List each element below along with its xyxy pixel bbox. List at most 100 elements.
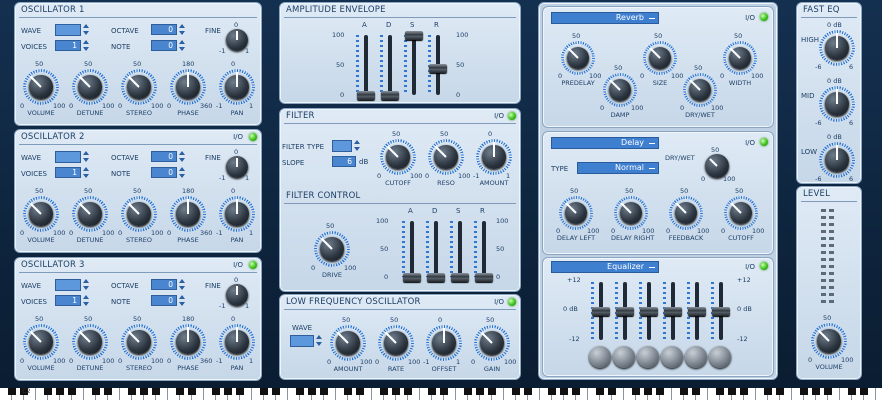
octave-value[interactable]: 0: [151, 24, 177, 35]
black-key[interactable]: [644, 388, 652, 395]
wave-spinner[interactable]: [83, 279, 89, 290]
black-key[interactable]: [860, 388, 868, 395]
phase-knob[interactable]: [170, 324, 206, 360]
black-key[interactable]: [176, 388, 184, 395]
volume-knob[interactable]: [23, 324, 59, 360]
fast-eq-mid-knob[interactable]: [819, 86, 855, 122]
reverb-effect-select[interactable]: Reverb: [551, 12, 659, 24]
rate-knob[interactable]: [378, 325, 414, 361]
black-key[interactable]: [428, 388, 436, 395]
note-spinner[interactable]: [179, 167, 185, 178]
eq-band-fader-5[interactable]: [688, 307, 706, 316]
stereo-knob[interactable]: [121, 324, 157, 360]
equalizer-effect-select[interactable]: Equalizer: [551, 261, 659, 273]
black-key[interactable]: [596, 388, 604, 395]
io-led-toggle[interactable]: [249, 261, 257, 269]
piano-keyboard[interactable]: C2: [0, 387, 882, 400]
voices-spinner[interactable]: [83, 295, 89, 306]
black-key[interactable]: [224, 388, 232, 395]
lfo-wave-selector[interactable]: [290, 335, 314, 347]
black-key[interactable]: [512, 388, 520, 395]
voices-spinner[interactable]: [83, 40, 89, 51]
black-key[interactable]: [656, 388, 664, 395]
eq-band-knob-2[interactable]: [613, 346, 635, 368]
black-key[interactable]: [308, 388, 316, 395]
black-key[interactable]: [260, 388, 268, 395]
detune-knob[interactable]: [72, 324, 108, 360]
black-key[interactable]: [728, 388, 736, 395]
env-fader-r[interactable]: [429, 64, 447, 73]
cutoff-knob[interactable]: [380, 139, 416, 175]
slope-value[interactable]: 6: [332, 156, 356, 167]
eq-band-fader-2[interactable]: [616, 307, 634, 316]
eq-band-fader-6[interactable]: [712, 307, 730, 316]
pan-knob[interactable]: [219, 69, 255, 105]
black-key[interactable]: [476, 388, 484, 395]
detune-knob[interactable]: [72, 69, 108, 105]
black-key[interactable]: [320, 388, 328, 395]
octave-value[interactable]: 0: [151, 151, 177, 162]
octave-spinner[interactable]: [179, 279, 185, 290]
env-fader-s[interactable]: [405, 31, 423, 40]
black-key[interactable]: [272, 388, 280, 395]
io-led-toggle[interactable]: [508, 298, 516, 306]
eq-band-knob-5[interactable]: [685, 346, 707, 368]
fast-eq-low-knob[interactable]: [819, 142, 855, 178]
black-key[interactable]: [776, 388, 784, 395]
amount-knob[interactable]: [476, 139, 512, 175]
size-knob[interactable]: [643, 41, 677, 75]
black-key[interactable]: [680, 388, 688, 395]
black-key[interactable]: [812, 388, 820, 395]
note-spinner[interactable]: [179, 40, 185, 51]
white-key[interactable]: [876, 388, 882, 400]
filter-type-selector[interactable]: [332, 140, 352, 152]
dry-wet-knob[interactable]: [683, 73, 717, 107]
gain-knob[interactable]: [474, 325, 510, 361]
black-key[interactable]: [356, 388, 364, 395]
damp-knob[interactable]: [603, 73, 637, 107]
io-led-toggle[interactable]: [760, 13, 768, 21]
voices-value[interactable]: 1: [55, 40, 81, 51]
black-key[interactable]: [8, 388, 16, 395]
black-key[interactable]: [380, 388, 388, 395]
black-key[interactable]: [188, 388, 196, 395]
filter-type-spinner[interactable]: [354, 140, 360, 151]
black-key[interactable]: [68, 388, 76, 395]
lfo-wave-spinner[interactable]: [316, 335, 322, 346]
env-fader-a[interactable]: [357, 91, 375, 100]
eq-band-knob-3[interactable]: [637, 346, 659, 368]
voices-value[interactable]: 1: [55, 167, 81, 178]
black-key[interactable]: [56, 388, 64, 395]
width-knob[interactable]: [723, 41, 757, 75]
wave-spinner[interactable]: [83, 151, 89, 162]
feedback-knob[interactable]: [669, 196, 703, 230]
voices-value[interactable]: 1: [55, 295, 81, 306]
reso-knob[interactable]: [428, 139, 464, 175]
black-key[interactable]: [548, 388, 556, 395]
black-key[interactable]: [560, 388, 568, 395]
black-key[interactable]: [44, 388, 52, 395]
black-key[interactable]: [716, 388, 724, 395]
black-key[interactable]: [212, 388, 220, 395]
amount-knob[interactable]: [330, 325, 366, 361]
io-led-toggle[interactable]: [760, 262, 768, 270]
io-led-toggle[interactable]: [508, 112, 516, 120]
black-key[interactable]: [140, 388, 148, 395]
black-key[interactable]: [392, 388, 400, 395]
cutoff-knob[interactable]: [724, 196, 758, 230]
voices-spinner[interactable]: [83, 167, 89, 178]
pan-knob[interactable]: [219, 196, 255, 232]
black-key[interactable]: [344, 388, 352, 395]
black-key[interactable]: [824, 388, 832, 395]
predelay-knob[interactable]: [561, 41, 595, 75]
eq-band-knob-1[interactable]: [589, 346, 611, 368]
black-key[interactable]: [632, 388, 640, 395]
black-key[interactable]: [692, 388, 700, 395]
phase-knob[interactable]: [170, 196, 206, 232]
black-key[interactable]: [152, 388, 160, 395]
black-key[interactable]: [524, 388, 532, 395]
black-key[interactable]: [296, 388, 304, 395]
pan-knob[interactable]: [219, 324, 255, 360]
black-key[interactable]: [236, 388, 244, 395]
octave-spinner[interactable]: [179, 151, 185, 162]
